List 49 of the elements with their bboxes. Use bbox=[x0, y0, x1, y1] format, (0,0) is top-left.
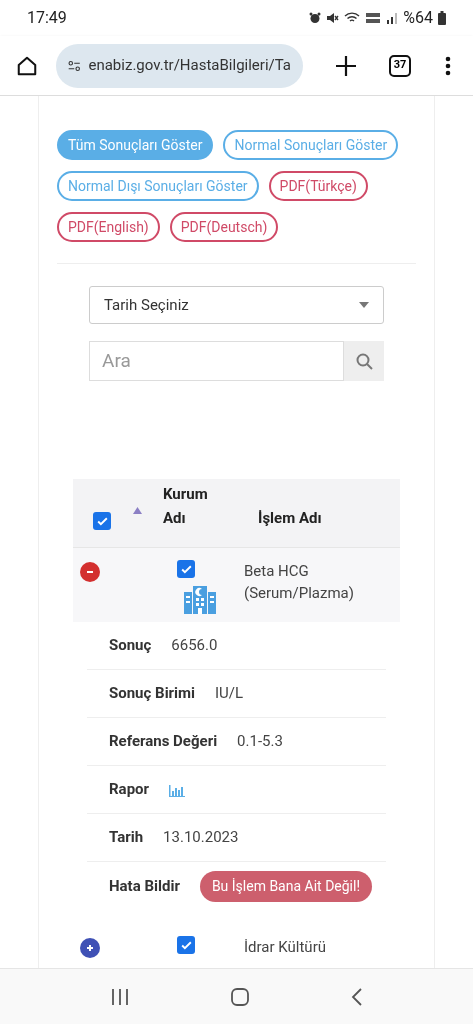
caret-icon bbox=[359, 302, 369, 308]
procedure-name: Beta HCG (Serum/Plazma) bbox=[244, 561, 355, 604]
expand-icon[interactable] bbox=[80, 938, 100, 958]
search-icon bbox=[355, 352, 373, 370]
alarm-icon bbox=[309, 12, 322, 24]
battery-percent: %64 bbox=[403, 7, 433, 29]
battery-icon bbox=[438, 11, 446, 25]
filter-button[interactable]: Tüm Sonuçları Göster bbox=[57, 130, 214, 160]
detail-value: 13.10.2023 bbox=[163, 827, 239, 849]
checkbox[interactable] bbox=[177, 560, 195, 578]
detail-label: Rapor bbox=[109, 779, 150, 801]
back-icon[interactable] bbox=[350, 986, 363, 1007]
detail-value: 0.1-5.3 bbox=[237, 731, 283, 753]
report-error-button[interactable]: Bu İşlem Bana Ait Değil! bbox=[199, 870, 373, 902]
search-field[interactable]: Ara bbox=[89, 341, 344, 381]
filter-button[interactable]: PDF(Deutsch) bbox=[169, 212, 279, 242]
filter-button[interactable]: Normal Dışı Sonuçları Göster bbox=[57, 171, 259, 201]
detail-value: IU/L bbox=[215, 683, 244, 705]
column-header: Kurum Adı bbox=[163, 484, 209, 529]
mute-icon bbox=[326, 12, 340, 24]
checkbox[interactable] bbox=[93, 512, 111, 530]
plus-icon[interactable] bbox=[335, 54, 357, 77]
address-bar[interactable]: enabiz.gov.tr/HastaBilgileri/Ta bbox=[56, 43, 303, 88]
detail-label: Tarih bbox=[109, 827, 144, 849]
filter-button[interactable]: PDF(English) bbox=[57, 212, 160, 242]
collapse-icon[interactable] bbox=[80, 562, 100, 582]
detail-value: 6656.0 bbox=[171, 635, 218, 657]
detail-label: Sonuç bbox=[109, 635, 152, 657]
filter-button[interactable]: PDF(Türkçe) bbox=[268, 171, 368, 201]
detail-label: Hata Bildir bbox=[109, 875, 180, 897]
column-header: İşlem Adı bbox=[258, 508, 322, 529]
home-icon[interactable] bbox=[16, 54, 38, 77]
menu-icon[interactable] bbox=[445, 55, 451, 76]
wifi-icon bbox=[344, 12, 361, 24]
tab-count[interactable]: 37 bbox=[389, 54, 411, 77]
filter-button[interactable]: Normal Sonuçları Göster bbox=[223, 130, 399, 160]
date-select[interactable]: Tarih Seçiniz bbox=[89, 286, 384, 324]
home-button-icon[interactable] bbox=[230, 986, 251, 1007]
url-text: enabiz.gov.tr/HastaBilgileri/Ta bbox=[88, 55, 291, 77]
detail-label: Sonuç Birimi bbox=[109, 683, 196, 705]
procedure-name: İdrar Kültürü bbox=[244, 937, 327, 958]
search-button[interactable] bbox=[344, 341, 384, 381]
sort-icon[interactable] bbox=[133, 507, 142, 514]
signal-icon bbox=[386, 12, 399, 24]
recent-apps-icon[interactable] bbox=[110, 987, 131, 1006]
checkbox[interactable] bbox=[177, 936, 195, 954]
clock: 17:49 bbox=[27, 7, 67, 29]
detail-label: Referans Değeri bbox=[109, 731, 218, 753]
hospital-icon bbox=[184, 584, 216, 614]
